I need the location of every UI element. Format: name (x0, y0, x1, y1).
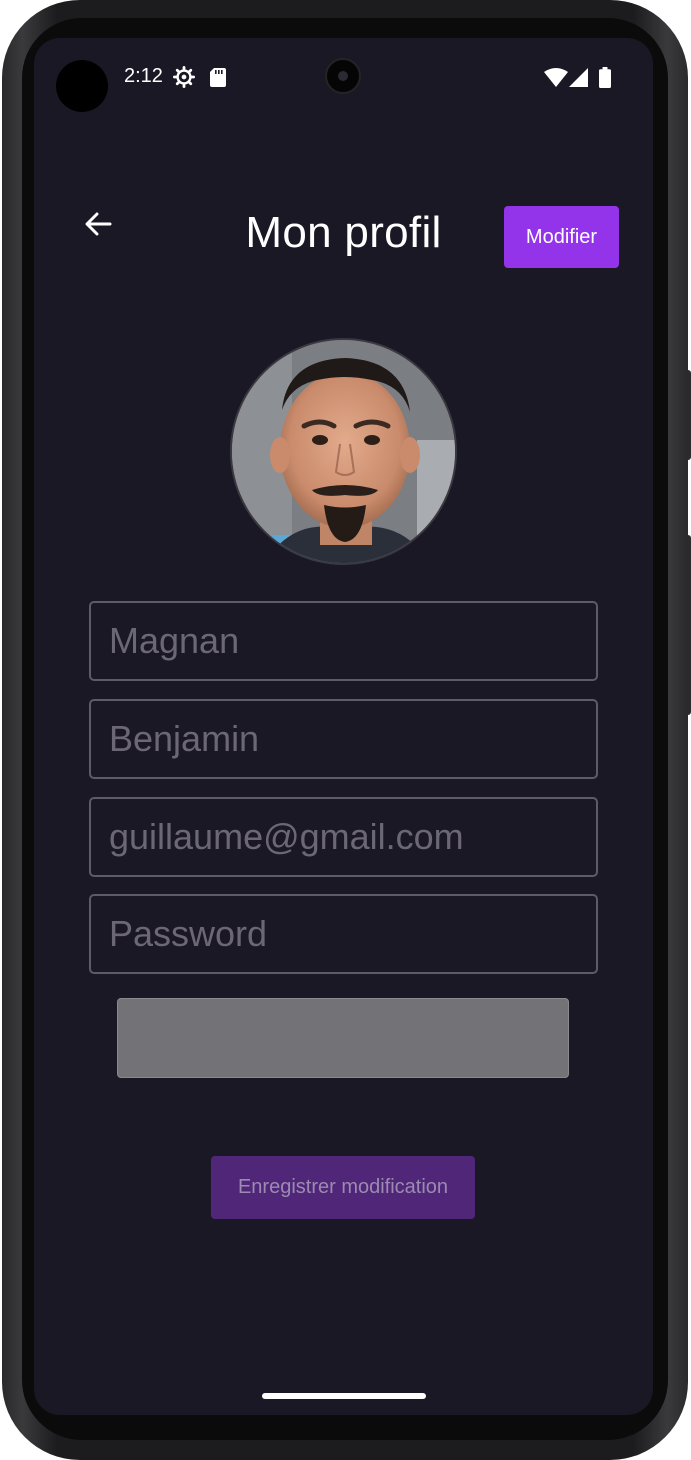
settings-gear-icon (173, 66, 195, 92)
edit-button[interactable]: Modifier (504, 206, 619, 268)
home-indicator[interactable] (262, 1393, 426, 1399)
email-field[interactable]: guillaume@gmail.com (89, 797, 598, 877)
camera-cutout (56, 60, 108, 112)
app-screen: 2:12 Mon profil Modifier Magnan Benjamin… (34, 38, 653, 1415)
wifi-icon (544, 68, 568, 91)
profile-photo (232, 340, 455, 563)
last-name-value: Magnan (109, 620, 240, 661)
first-name-field[interactable]: Benjamin (89, 699, 598, 779)
email-value: guillaume@gmail.com (109, 816, 464, 857)
last-name-field[interactable]: Magnan (89, 601, 598, 681)
power-button (685, 535, 691, 715)
empty-field-box[interactable] (117, 998, 569, 1078)
status-bar: 2:12 (34, 38, 653, 118)
save-changes-button[interactable]: Enregistrer modification (211, 1156, 475, 1219)
front-camera (325, 58, 361, 94)
first-name-value: Benjamin (109, 718, 260, 759)
status-time: 2:12 (124, 65, 163, 87)
avatar[interactable] (230, 338, 457, 565)
sd-card-icon (210, 68, 226, 91)
volume-button (685, 370, 691, 460)
password-field[interactable]: Password (89, 894, 598, 974)
password-placeholder: Password (109, 913, 268, 954)
signal-icon (569, 68, 588, 91)
battery-icon (599, 67, 611, 92)
